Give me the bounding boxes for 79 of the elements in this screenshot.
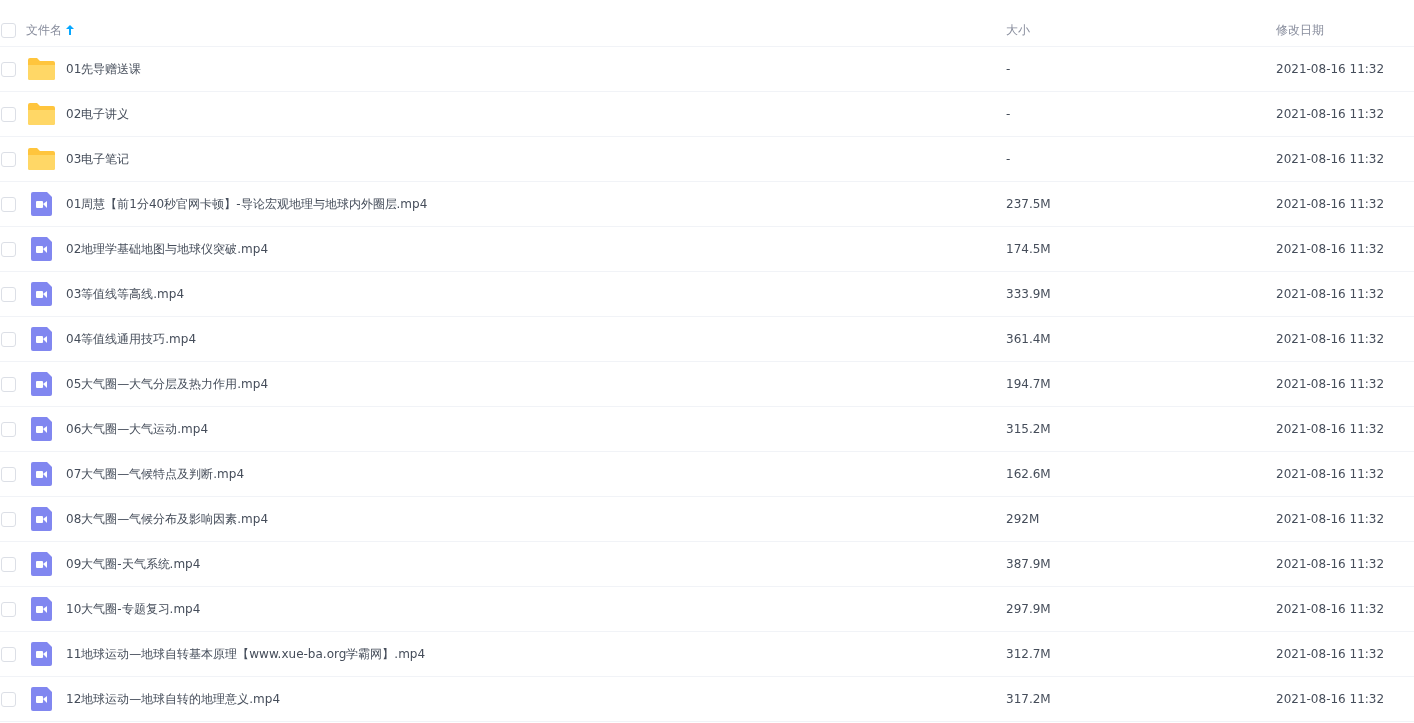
modified-date: 2021-08-16 11:32 <box>1276 467 1386 481</box>
row-checkbox[interactable] <box>1 466 16 482</box>
folder-icon <box>28 148 55 170</box>
modified-date: 2021-08-16 11:32 <box>1276 692 1386 706</box>
row-checkbox[interactable] <box>1 241 16 257</box>
modified-date: 2021-08-16 11:32 <box>1276 422 1386 436</box>
column-header[interactable]: 文件名 <box>26 21 1006 39</box>
file-size: 297.9M <box>1006 602 1052 616</box>
row-checkbox[interactable] <box>1 601 16 617</box>
modified-date: 2021-08-16 11:32 <box>1276 287 1386 301</box>
video-file-icon <box>31 597 52 621</box>
row-checkbox[interactable] <box>1 376 16 392</box>
row-checkbox[interactable] <box>1 106 16 122</box>
file-name[interactable]: 09大气圈-天气系统.mp4 <box>66 555 1006 573</box>
file-name[interactable]: 01周慧【前1分40秒官网卡顿】-导论宏观地理与地球内外圈层.mp4 <box>66 195 1006 213</box>
file-size: 174.5M <box>1006 242 1052 256</box>
modified-date: 2021-08-16 11:32 <box>1276 647 1386 661</box>
file-name[interactable]: 02地理学基础地图与地球仪突破.mp4 <box>66 240 1006 258</box>
file-name[interactable]: 08大气圈—气候分布及影响因素.mp4 <box>66 510 1006 528</box>
video-file-icon <box>31 192 52 216</box>
file-size: 162.6M <box>1006 467 1052 481</box>
file-size: 237.5M <box>1006 197 1052 211</box>
row-checkbox[interactable] <box>1 331 16 347</box>
video-file-icon <box>31 282 52 306</box>
row-checkbox[interactable] <box>1 556 16 572</box>
file-name[interactable]: 04等值线通用技巧.mp4 <box>66 330 1006 348</box>
file-name[interactable]: 03电子笔记 <box>66 150 1006 168</box>
file-name[interactable]: 12地球运动—地球自转的地理意义.mp4 <box>66 690 1006 708</box>
modified-date: 2021-08-16 11:32 <box>1276 107 1386 121</box>
column-header[interactable]: 修改日期 <box>1276 21 1414 39</box>
file-size: - <box>1006 152 1012 166</box>
file-size: 317.2M <box>1006 692 1052 706</box>
video-file-icon <box>31 552 52 576</box>
file-name[interactable]: 01先导赠送课 <box>66 60 1006 78</box>
video-file-icon <box>31 642 52 666</box>
file-size: 333.9M <box>1006 287 1052 301</box>
video-file-icon <box>31 372 52 396</box>
modified-date: 2021-08-16 11:32 <box>1276 62 1386 76</box>
file-size: - <box>1006 107 1012 121</box>
row-checkbox[interactable] <box>1 646 16 662</box>
modified-date: 2021-08-16 11:32 <box>1276 152 1386 166</box>
row-checkbox[interactable] <box>1 511 16 527</box>
file-size: 315.2M <box>1006 422 1052 436</box>
file-size: 292M <box>1006 512 1041 526</box>
file-size: - <box>1006 62 1012 76</box>
file-name[interactable]: 05大气圈—大气分层及热力作用.mp4 <box>66 375 1006 393</box>
file-name[interactable]: 07大气圈—气候特点及判断.mp4 <box>66 465 1006 483</box>
video-file-icon <box>31 237 52 261</box>
row-checkbox[interactable] <box>1 421 16 437</box>
row-checkbox[interactable] <box>1 691 16 707</box>
file-size: 387.9M <box>1006 557 1052 571</box>
column-header[interactable]: 大小 <box>1006 21 1276 39</box>
modified-date: 2021-08-16 11:32 <box>1276 602 1386 616</box>
video-file-icon <box>31 507 52 531</box>
video-file-icon <box>31 417 52 441</box>
video-file-icon <box>31 327 52 351</box>
modified-date: 2021-08-16 11:32 <box>1276 557 1386 571</box>
select-all-checkbox[interactable] <box>1 22 16 38</box>
file-size: 194.7M <box>1006 377 1052 391</box>
modified-date: 2021-08-16 11:32 <box>1276 512 1386 526</box>
modified-date: 2021-08-16 11:32 <box>1276 332 1386 346</box>
modified-date: 2021-08-16 11:32 <box>1276 197 1386 211</box>
file-name[interactable]: 06大气圈—大气运动.mp4 <box>66 420 1006 438</box>
modified-date: 2021-08-16 11:32 <box>1276 242 1386 256</box>
folder-icon <box>28 103 55 125</box>
file-name[interactable]: 03等值线等高线.mp4 <box>66 285 1006 303</box>
video-file-icon <box>31 687 52 711</box>
file-name[interactable]: 10大气圈-专题复习.mp4 <box>66 600 1006 618</box>
file-size: 312.7M <box>1006 647 1052 661</box>
row-checkbox[interactable] <box>1 61 16 77</box>
file-name[interactable]: 02电子讲义 <box>66 105 1006 123</box>
file-size: 361.4M <box>1006 332 1052 346</box>
modified-date: 2021-08-16 11:32 <box>1276 377 1386 391</box>
folder-icon <box>28 58 55 80</box>
row-checkbox[interactable] <box>1 196 16 212</box>
video-file-icon <box>31 462 52 486</box>
row-checkbox[interactable] <box>1 151 16 167</box>
row-checkbox[interactable] <box>1 286 16 302</box>
file-name[interactable]: 11地球运动—地球自转基本原理【www.xue-ba.org学霸网】.mp4 <box>66 645 1006 663</box>
